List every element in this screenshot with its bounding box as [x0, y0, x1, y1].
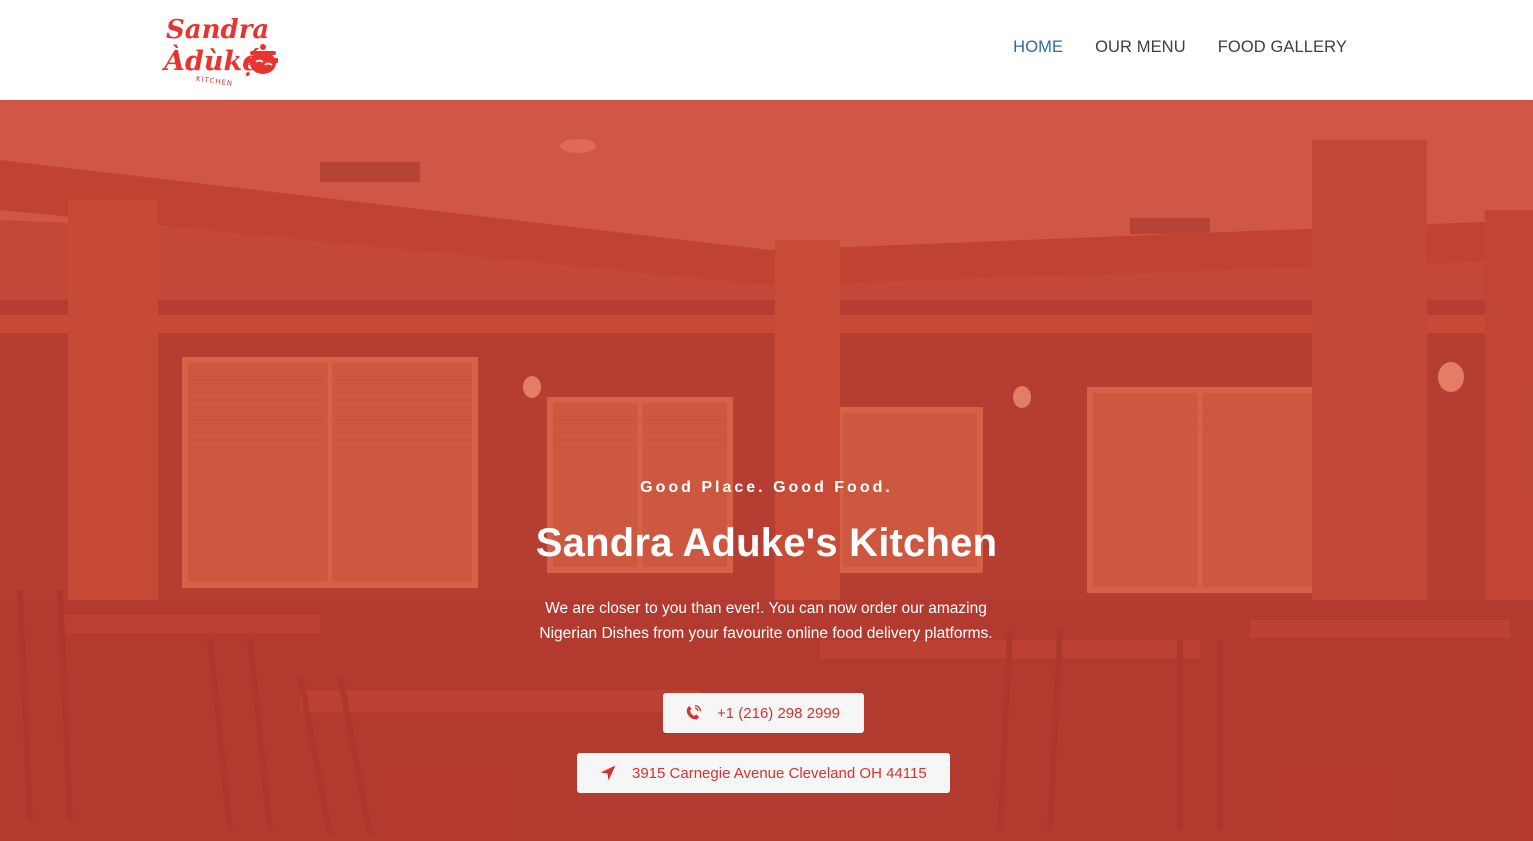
hero-content: Good Place. Good Food. Sandra Aduke's Ki… — [0, 100, 1533, 841]
location-arrow-icon — [600, 765, 616, 781]
hero-description: We are closer to you than ever!. You can… — [539, 600, 993, 642]
phone-button[interactable]: +1 (216) 298 2999 — [663, 693, 864, 733]
main-nav: HOME OUR MENU FOOD GALLERY — [981, 38, 1347, 57]
nav-food-gallery[interactable]: FOOD GALLERY — [1218, 38, 1347, 57]
phone-icon — [685, 704, 702, 721]
hero-section: Good Place. Good Food. Sandra Aduke's Ki… — [0, 100, 1533, 841]
site-header: Sandra Àdùkẹ́ KITCHEN HOME OUR MENU FOOD… — [0, 0, 1533, 100]
phone-number: +1 (216) 298 2999 — [717, 704, 841, 722]
hero-tagline: Good Place. Good Food. — [640, 479, 893, 496]
logo-mark: Sandra Àdùkẹ́ KITCHEN — [161, 15, 278, 88]
nav-our-menu[interactable]: OUR MENU — [1095, 38, 1186, 57]
address-text: 3915 Carnegie Avenue Cleveland OH 44115 — [632, 764, 927, 782]
hero-title: Sandra Aduke's Kitchen — [535, 521, 998, 565]
nav-home[interactable]: HOME — [1013, 38, 1063, 57]
svg-text:Àdùkẹ́: Àdùkẹ́ — [162, 44, 259, 77]
address-button[interactable]: 3915 Carnegie Avenue Cleveland OH 44115 — [577, 753, 950, 793]
brand-logo[interactable]: Sandra Àdùkẹ́ KITCHEN — [161, 12, 280, 88]
svg-text:Sandra: Sandra — [166, 15, 269, 45]
